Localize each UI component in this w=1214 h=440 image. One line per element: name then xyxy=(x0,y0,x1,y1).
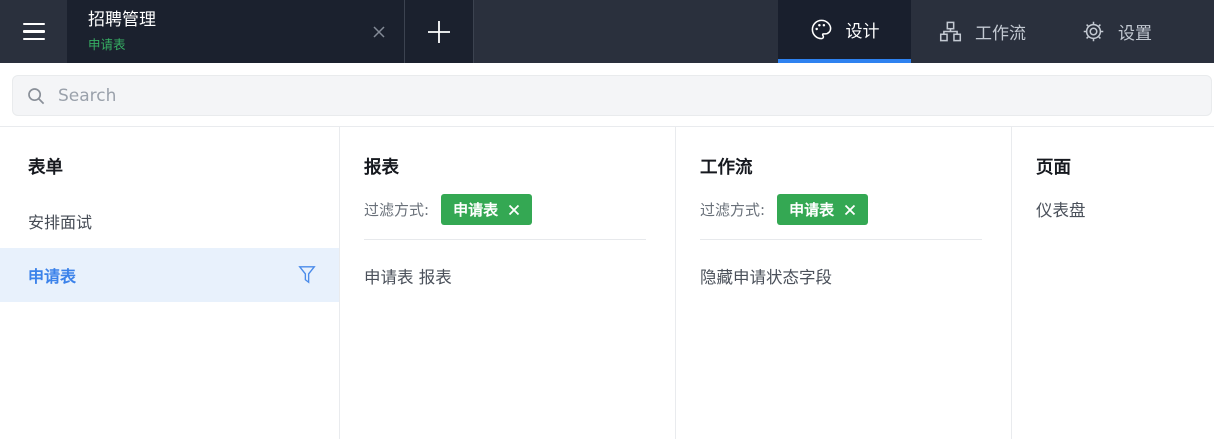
remove-filter-icon[interactable] xyxy=(844,204,856,216)
column-reports-title: 报表 xyxy=(364,158,399,178)
filter-row: 过滤方式: 申请表 xyxy=(700,194,987,225)
form-item-label: 安排面试 xyxy=(28,213,93,232)
tab-workflow-label: 工作流 xyxy=(975,24,1026,44)
hamburger-icon xyxy=(22,22,45,26)
workflow-list-item[interactable]: 隐藏申请状态字段 xyxy=(700,264,987,288)
tab-design[interactable]: 设计 xyxy=(778,0,911,63)
top-bar: 招聘管理 申请表 设计 工作流 设置 xyxy=(0,0,1214,63)
search-box[interactable] xyxy=(12,75,1212,116)
column-forms-title: 表单 xyxy=(28,158,63,178)
remove-filter-icon[interactable] xyxy=(508,204,520,216)
app-tab[interactable]: 招聘管理 申请表 xyxy=(67,0,405,63)
hamburger-icon xyxy=(22,37,45,41)
tab-workflow[interactable]: 工作流 xyxy=(911,0,1054,63)
report-list-item[interactable]: 申请表 报表 xyxy=(364,264,651,288)
filter-funnel-icon[interactable] xyxy=(297,264,317,286)
filter-label: 过滤方式: xyxy=(364,201,430,219)
filter-label: 过滤方式: xyxy=(700,201,766,219)
app-tab-title: 招聘管理 xyxy=(88,10,156,31)
add-tab-button[interactable] xyxy=(405,0,474,63)
filter-tag[interactable]: 申请表 xyxy=(777,194,869,225)
gear-icon xyxy=(1083,21,1104,42)
tab-settings-label: 设置 xyxy=(1118,24,1152,44)
filter-divider xyxy=(364,239,646,240)
palette-icon xyxy=(811,19,831,40)
form-item-label: 申请表 xyxy=(28,267,77,286)
column-workflow-title: 工作流 xyxy=(700,158,753,178)
tab-design-label: 设计 xyxy=(845,22,880,42)
filter-tag-label: 申请表 xyxy=(453,201,499,219)
magnifier-icon xyxy=(28,87,45,104)
column-pages: 页面 仪表盘 xyxy=(1012,127,1214,439)
search-section xyxy=(0,63,1214,127)
column-workflow: 工作流 过滤方式: 申请表 隐藏申请状态字段 xyxy=(676,127,1012,439)
search-input[interactable] xyxy=(58,85,1211,106)
page-list-item[interactable]: 仪表盘 xyxy=(1036,197,1190,221)
topbar-nav: 设计 工作流 设置 xyxy=(778,0,1214,63)
filter-divider xyxy=(700,239,982,240)
column-reports: 报表 过滤方式: 申请表 申请表 报表 xyxy=(340,127,676,439)
tab-settings[interactable]: 设置 xyxy=(1054,0,1180,63)
filter-tag-label: 申请表 xyxy=(789,201,835,219)
menu-button[interactable] xyxy=(0,0,67,63)
column-pages-title: 页面 xyxy=(1036,158,1071,178)
hamburger-icon xyxy=(22,30,45,33)
column-forms: 表单 安排面试 申请表 xyxy=(0,127,340,439)
main-columns: 表单 安排面试 申请表 报表 过滤方式: 申请表 申请表 报表 工作流 过滤方式… xyxy=(0,127,1214,439)
plus-icon xyxy=(428,20,450,43)
sitemap-icon xyxy=(939,21,962,42)
close-tab-icon[interactable] xyxy=(370,23,388,41)
app-tab-subtitle: 申请表 xyxy=(88,36,126,52)
filter-row: 过滤方式: 申请表 xyxy=(364,194,651,225)
filter-tag[interactable]: 申请表 xyxy=(441,194,533,225)
form-list-item-selected[interactable]: 申请表 xyxy=(0,248,339,302)
form-list-item[interactable]: 安排面试 xyxy=(0,194,339,248)
